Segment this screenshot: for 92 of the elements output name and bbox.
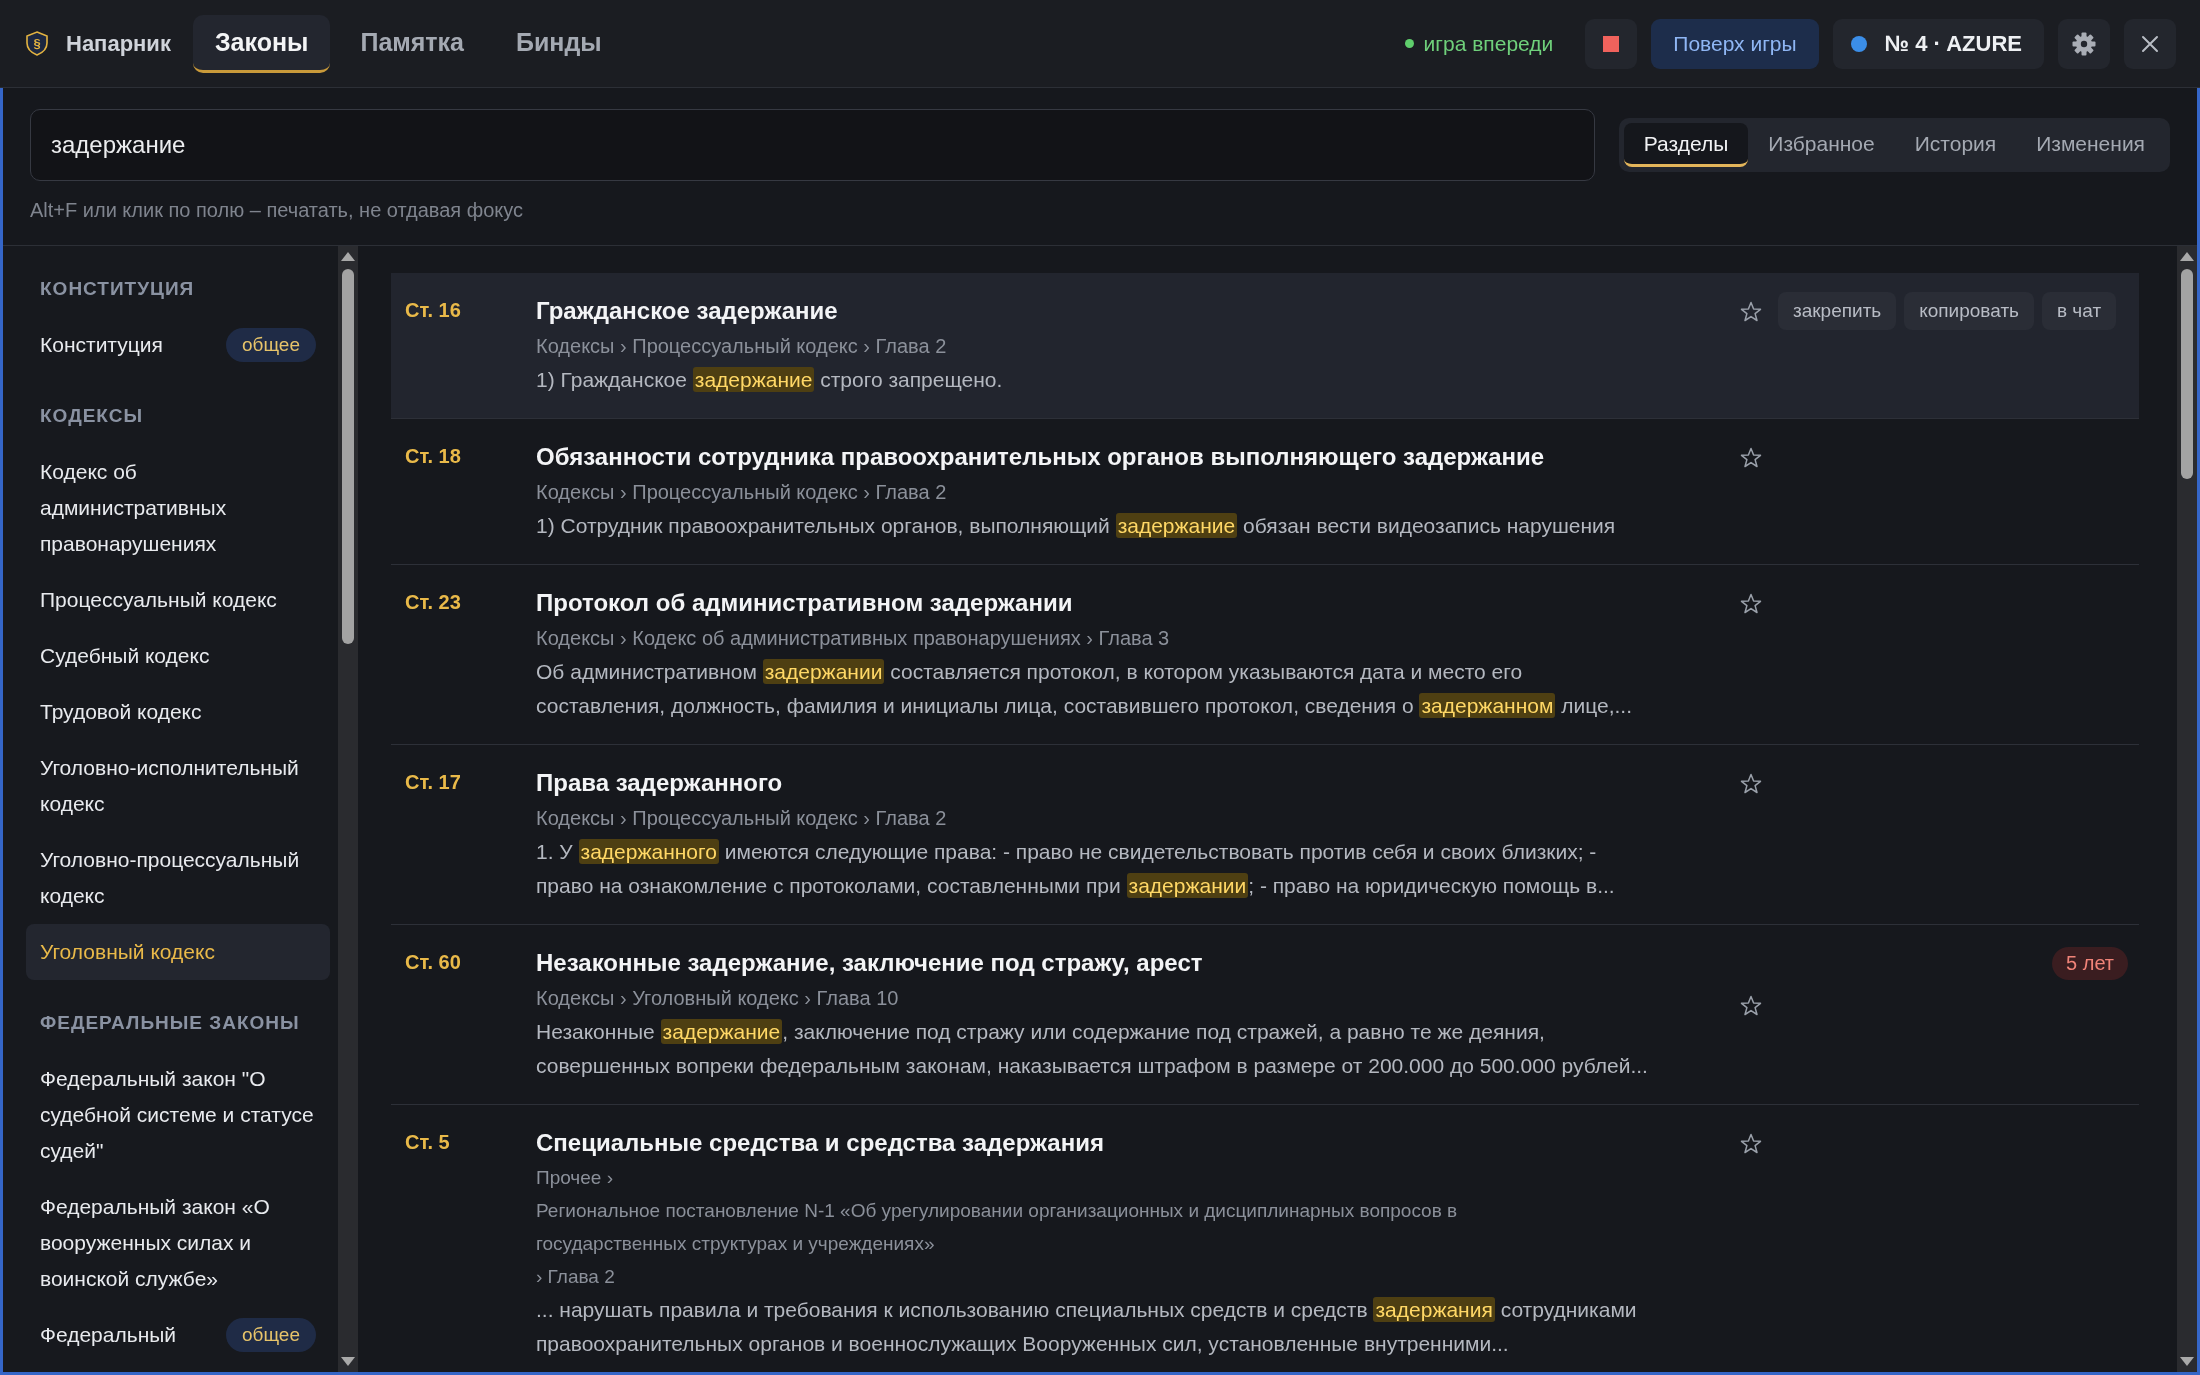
view-tab[interactable]: Разделы	[1623, 123, 1749, 167]
sidebar-item[interactable]: Федеральный общее	[26, 1307, 330, 1363]
sidebar-item-label: Уголовный кодекс	[40, 939, 215, 965]
breadcrumb: Кодексы › Процессуальный кодекс › Глава 2	[536, 480, 948, 505]
breadcrumb: Региональное постановление N-1 «Об урегулировании организационных и дисциплинарных вопросов в	[536, 1199, 1459, 1223]
breadcrumb: Кодексы › Уголовный кодекс › Глава 10	[536, 986, 900, 1011]
snippet-text: 1) Сотрудник правоохранительных органов, выполняющий задержание обязан вести видеозапись нарушения	[536, 512, 1617, 540]
stop-button[interactable]	[1585, 18, 1638, 69]
article-number: Ст. 5	[405, 1130, 451, 1155]
penalty-badge: 5 лет	[2052, 946, 2128, 980]
app-name: Напарник	[66, 30, 171, 57]
sidebar-item-label: Уголовно-процессуальный кодекс	[40, 847, 301, 909]
article-number: Ст. 17	[405, 770, 462, 795]
article-number: Ст. 60	[405, 950, 462, 975]
close-button[interactable]	[2124, 18, 2176, 69]
star-icon[interactable]	[1740, 592, 1762, 614]
sidebar-item-label: Процессуальный кодекс	[40, 587, 277, 613]
search-hint: Alt+F или клик по полю – печатать, не отдавая фокус	[30, 199, 525, 222]
breadcrumb: Кодексы › Кодекс об административных правонарушениях › Глава 3	[536, 626, 1171, 651]
result-title: Гражданское задержание	[536, 296, 839, 326]
overlay-button[interactable]: Поверх игры	[1651, 18, 1819, 69]
stop-icon	[1603, 35, 1620, 52]
status-dot	[1404, 39, 1414, 48]
snippet-text: 1. У задержанного имеются следующие права: - право не свидетельствовать против себя и своих близких; - право на ознакомление с протоколами, составленными при задержании; - право на юридическую помощь в...	[536, 838, 1616, 900]
scrollbar[interactable]	[2177, 246, 2197, 1372]
article-number: Ст. 23	[405, 590, 462, 615]
breadcrumb: государственных структурах и учреждениях»	[536, 1232, 936, 1256]
settings-button[interactable]	[2058, 18, 2110, 69]
star-icon[interactable]	[1740, 446, 1762, 468]
sidebar-item[interactable]: Уголовно-исполнительный кодекс	[26, 740, 330, 832]
nav-tab[interactable]: Законы	[192, 14, 331, 73]
article-number: Ст. 16	[405, 298, 462, 323]
breadcrumb: Прочее ›	[536, 1166, 614, 1190]
status-text: игра впереди	[1423, 31, 1554, 56]
result-row[interactable]: Ст. 16 Гражданское задержание Кодексы › Процессуальный кодекс › Глава 2 1) Гражданское задержание строго запрещено. закрепить копировать в чат	[391, 273, 2139, 419]
sidebar-item-label: Кодекс об административных правонарушениях	[40, 459, 228, 557]
search-field[interactable]: задержание	[30, 109, 1595, 181]
sidebar-item[interactable]: Трудовой кодекс	[26, 684, 330, 740]
view-tab[interactable]: Изменения	[2016, 123, 2165, 167]
result-title: Обязанности сотрудника правоохранительных органов выполняющего задержание	[536, 442, 1546, 472]
result-title: Протокол об административном задержании	[536, 588, 1074, 618]
snippet-text: Об административном задержании составляется протокол, в котором указываются дата и место его составления, должность, фамилия и инициалы лица, составившего протокол, сведения о задержанном лице,...	[536, 658, 1634, 720]
snippet-text: Незаконные задержание, заключение под стражу или содержание под стражей, а равно те же деяния, совершенных вопреки федеральным законам, наказывается штрафом в размере от 200.000 до 500.000 рублей...	[536, 1018, 1649, 1079]
star-icon[interactable]	[1740, 994, 1762, 1016]
action-button[interactable]: копировать	[1904, 292, 2034, 330]
server-label: № 4 · AZURE	[1884, 30, 2022, 57]
sidebar-item-label: Федеральный закон "О судебной системе и статусе судей"	[40, 1066, 315, 1164]
breadcrumb: Кодексы › Процессуальный кодекс › Глава 2	[536, 334, 948, 359]
view-tab[interactable]: Избранное	[1748, 123, 1895, 167]
scrollbar-thumb[interactable]	[342, 269, 354, 644]
sidebar-item[interactable]: Федеральный закон "О судебной системе и статусе судей"	[26, 1051, 330, 1179]
sidebar-item[interactable]: Процессуальный кодекс	[26, 572, 330, 628]
shield-icon: §	[26, 31, 48, 56]
snippet-text: ... нарушать правила и требования к использованию специальных средств и средств задержания сотрудниками правоохранительных органов и военнослужащих Вооруженных сил, установленные внутренними...	[536, 1296, 1638, 1357]
sidebar-item-label: Трудовой кодекс	[40, 699, 202, 725]
sidebar-item[interactable]: Судебный кодекс	[26, 628, 330, 684]
settings-icon	[2072, 31, 2096, 56]
nav-tab[interactable]: Памятка	[338, 14, 487, 73]
sidebar-item[interactable]: Уголовный кодекс	[26, 924, 330, 980]
sidebar-item-label: Федеральный закон «О вооруженных силах и воинской службе»	[40, 1194, 271, 1292]
snippet-text: 1) Гражданское задержание строго запрещено.	[536, 366, 1004, 394]
sidebar-item[interactable]: Конституция общее	[26, 317, 330, 373]
tag-badge: общее	[226, 1318, 316, 1352]
article-number: Ст. 18	[405, 444, 462, 469]
tag-badge: общее	[226, 328, 316, 362]
sidebar-item-label: Федеральный	[40, 1322, 177, 1348]
section-heading: КОДЕКСЫ	[39, 404, 144, 428]
view-tab[interactable]: История	[1894, 123, 2017, 167]
sidebar-item-label: Конституция	[40, 332, 163, 358]
sidebar-item[interactable]: Кодекс об административных правонарушениях	[26, 444, 330, 572]
scrollbar[interactable]	[338, 246, 358, 1372]
breadcrumb: Кодексы › Процессуальный кодекс › Глава 2	[536, 806, 948, 831]
close-icon	[2141, 34, 2159, 53]
star-icon[interactable]	[1740, 1132, 1762, 1154]
action-button[interactable]: закрепить	[1778, 292, 1897, 330]
nav-tab[interactable]: Бинды	[494, 14, 624, 73]
sidebar-item[interactable]: Федеральный закон «О вооруженных силах и воинской службе»	[26, 1179, 330, 1307]
section-heading: КОНСТИТУЦИЯ	[39, 277, 196, 301]
sidebar-item-label: Судебный кодекс	[40, 643, 210, 669]
sidebar-item[interactable]: Уголовно-процессуальный кодекс	[26, 832, 330, 924]
server-button[interactable]: № 4 · AZURE	[1832, 18, 2044, 69]
scrollbar-thumb[interactable]	[2181, 269, 2193, 479]
star-icon[interactable]	[1740, 772, 1762, 794]
result-title: Незаконные задержание, заключение под стражу, арест	[536, 948, 1204, 978]
sidebar-item-label: Уголовно-исполнительный кодекс	[40, 755, 300, 817]
section-heading: ФЕДЕРАЛЬНЫЕ ЗАКОНЫ	[39, 1011, 301, 1035]
action-button[interactable]: в чат	[2042, 292, 2117, 330]
breadcrumb: › Глава 2	[536, 1265, 616, 1289]
star-icon[interactable]	[1740, 300, 1762, 322]
result-title: Права задержанного	[536, 768, 784, 798]
result-title: Специальные средства и средства задержания	[536, 1128, 1105, 1158]
server-dot	[1850, 35, 1867, 52]
